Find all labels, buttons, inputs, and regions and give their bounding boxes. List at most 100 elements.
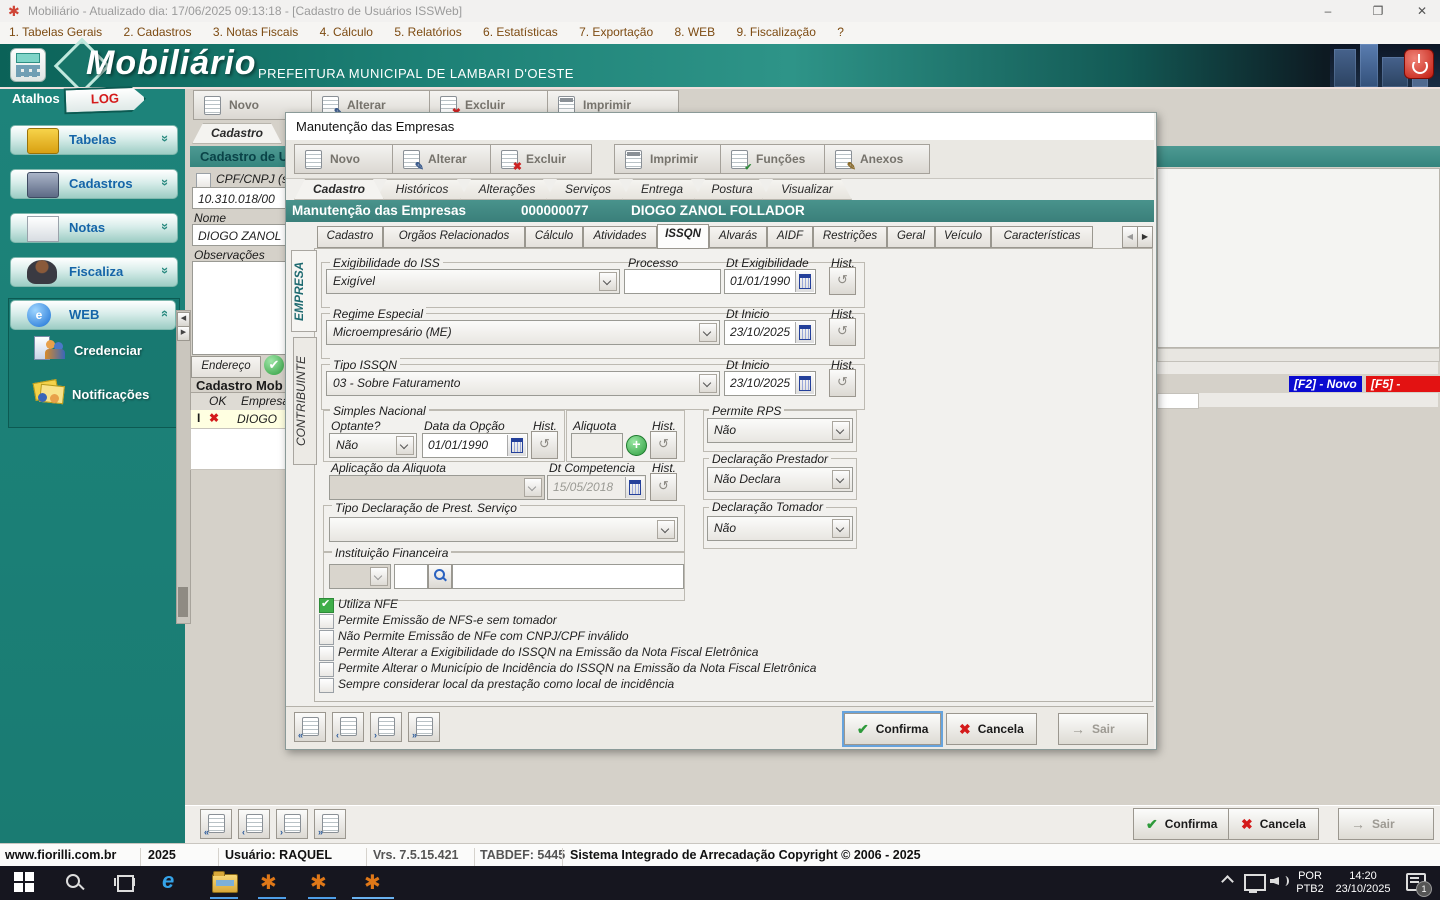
hist-button-simples[interactable]: ↺ bbox=[531, 431, 558, 459]
scrollbar-thumb[interactable] bbox=[178, 587, 188, 617]
checkbox-local-prestacao[interactable] bbox=[319, 678, 334, 693]
instituicao-codigo-field[interactable] bbox=[394, 564, 428, 589]
add-aliquota-button[interactable]: + bbox=[626, 435, 647, 456]
bg-tab-endereco[interactable]: Endereço bbox=[191, 356, 261, 378]
sidebar-splitter-scrollbar[interactable]: ◀ ▶ bbox=[176, 310, 191, 624]
exit-button[interactable]: → Sair bbox=[1058, 713, 1148, 745]
tab-orgaos-relacionados[interactable]: Orgãos Relacionados bbox=[383, 226, 525, 248]
chevron-down-icon[interactable] bbox=[396, 436, 414, 455]
checkbox-alterar-municipio[interactable] bbox=[319, 662, 334, 677]
minimize-button[interactable]: – bbox=[1306, 0, 1350, 22]
search-icon[interactable] bbox=[64, 872, 85, 892]
scroll-left-arrow-icon[interactable]: ◀ bbox=[177, 312, 190, 327]
hist-button-exigibilidade[interactable]: ↺ bbox=[829, 267, 856, 295]
chevron-down-icon[interactable] bbox=[699, 374, 717, 393]
menu-help[interactable]: ? bbox=[837, 25, 844, 39]
tray-chevron-up-icon[interactable] bbox=[1221, 874, 1234, 888]
exigibilidade-select[interactable]: Exigível bbox=[326, 269, 620, 294]
last-record-button[interactable]: » bbox=[408, 712, 440, 742]
sidebar-item-web[interactable]: e WEB » bbox=[10, 300, 176, 330]
checkbox-nfse-sem-tomador[interactable] bbox=[319, 614, 334, 629]
dlg-new-button[interactable]: Novo bbox=[294, 144, 396, 174]
instituicao-search-button[interactable] bbox=[428, 564, 452, 589]
tab-alvaras[interactable]: Alvarás bbox=[709, 226, 767, 248]
internet-explorer-icon[interactable]: e bbox=[162, 868, 174, 894]
processo-field[interactable] bbox=[624, 269, 721, 294]
dlg-functions-button[interactable]: Funções bbox=[720, 144, 828, 174]
bg-next-record-button[interactable]: › bbox=[276, 809, 308, 839]
tab-cadastro[interactable]: Cadastro bbox=[317, 226, 383, 248]
menu-calculo[interactable]: 4. Cálculo bbox=[320, 25, 373, 39]
dlg-tab-historicos[interactable]: Históricos bbox=[376, 179, 468, 200]
menu-fiscalizacao[interactable]: 9. Fiscalização bbox=[737, 25, 816, 39]
calendar-icon[interactable] bbox=[795, 322, 814, 343]
fiorilli-app-icon-1[interactable]: ✱ bbox=[260, 870, 277, 895]
tab-geral[interactable]: Geral bbox=[887, 226, 935, 248]
chevron-down-icon[interactable] bbox=[832, 519, 850, 538]
dlg-edit-button[interactable]: Alterar bbox=[392, 144, 494, 174]
declaracao-tomador-select[interactable]: Não bbox=[707, 516, 853, 541]
chevron-down-icon[interactable] bbox=[657, 520, 675, 539]
speaker-icon[interactable] bbox=[1270, 873, 1289, 889]
tipo-declaracao-select[interactable] bbox=[329, 517, 678, 542]
sidebar-item-credenciar[interactable]: Credenciar bbox=[74, 343, 142, 358]
file-explorer-icon[interactable] bbox=[212, 871, 238, 893]
checkbox-nfe-cnpj-invalido[interactable] bbox=[319, 630, 334, 645]
bg-last-record-button[interactable]: » bbox=[314, 809, 346, 839]
sidebar-item-tabelas[interactable]: Tabelas » bbox=[10, 125, 178, 155]
bg-confirm-button[interactable]: ✔ Confirma bbox=[1133, 808, 1231, 840]
side-tab-empresa[interactable]: EMPRESA bbox=[291, 250, 317, 332]
tray-language[interactable]: POR PTB2 bbox=[1292, 870, 1328, 896]
tab-caracteristicas[interactable]: Características bbox=[991, 226, 1093, 248]
tab-calculo[interactable]: Cálculo bbox=[525, 226, 583, 248]
sidebar-item-fiscaliza[interactable]: Fiscaliza » bbox=[10, 257, 178, 287]
dlg-delete-button[interactable]: Excluir bbox=[490, 144, 592, 174]
bg-tab-cadastro[interactable]: Cadastro bbox=[192, 123, 282, 144]
hist-button-aplicacao[interactable]: ↺ bbox=[650, 473, 677, 501]
bg-prev-record-button[interactable]: ‹ bbox=[238, 809, 270, 839]
cpf-checkbox[interactable] bbox=[196, 173, 211, 188]
menu-cadastros[interactable]: 2. Cadastros bbox=[124, 25, 192, 39]
checkbox-alterar-exigibilidade[interactable] bbox=[319, 646, 334, 661]
menu-notas-fiscais[interactable]: 3. Notas Fiscais bbox=[213, 25, 298, 39]
regime-select[interactable]: Microempresário (ME) bbox=[326, 320, 720, 345]
tab-aidf[interactable]: AIDF bbox=[767, 226, 813, 248]
cancel-button[interactable]: ✖ Cancela bbox=[946, 713, 1037, 745]
nome-field[interactable]: DIOGO ZANOL bbox=[192, 224, 287, 246]
prev-record-button[interactable]: ‹ bbox=[332, 712, 364, 742]
dlg-tab-alteracoes[interactable]: Alterações bbox=[460, 179, 554, 200]
chevron-down-icon[interactable]: » bbox=[158, 223, 173, 230]
menu-tabelas-gerais[interactable]: 1. Tabelas Gerais bbox=[9, 25, 102, 39]
bg-exit-button[interactable]: → Sair bbox=[1338, 808, 1434, 840]
dlg-tab-visualizar[interactable]: Visualizar bbox=[762, 179, 852, 200]
hist-button-aliquota[interactable]: ↺ bbox=[650, 431, 677, 459]
declaracao-prestador-select[interactable]: Não Declara bbox=[707, 467, 853, 492]
confirm-button[interactable]: ✔ Confirma bbox=[844, 713, 942, 745]
tab-atividades[interactable]: Atividades bbox=[583, 226, 657, 248]
optante-select[interactable]: Não bbox=[329, 433, 417, 458]
tray-clock[interactable]: 14:20 23/10/2025 bbox=[1330, 870, 1396, 896]
menu-web[interactable]: 8. WEB bbox=[674, 25, 715, 39]
chevron-up-icon[interactable]: » bbox=[156, 310, 171, 317]
tipo-dt-inicio-field[interactable]: 23/10/2025 bbox=[724, 371, 816, 396]
dlg-tab-postura[interactable]: Postura bbox=[694, 179, 770, 200]
tabs-scroll-left-icon[interactable]: ◀ bbox=[1122, 226, 1138, 248]
network-icon[interactable] bbox=[1244, 874, 1266, 893]
task-view-icon[interactable] bbox=[114, 872, 135, 892]
chevron-down-icon[interactable]: » bbox=[158, 179, 173, 186]
start-button[interactable] bbox=[14, 872, 34, 892]
notification-center-icon[interactable]: 1 bbox=[1406, 873, 1432, 897]
hist-button-regime[interactable]: ↺ bbox=[829, 318, 856, 346]
dlg-tab-cadastro[interactable]: Cadastro bbox=[294, 179, 384, 200]
calendar-icon[interactable] bbox=[507, 435, 526, 456]
fiorilli-app-icon-active[interactable]: ✱ bbox=[364, 870, 381, 895]
sidebar-item-notificacoes[interactable]: Notificações bbox=[72, 387, 149, 402]
calendar-icon[interactable] bbox=[795, 271, 814, 292]
menu-estatisticas[interactable]: 6. Estatísticas bbox=[483, 25, 558, 39]
data-opcao-field[interactable]: 01/01/1990 bbox=[422, 433, 528, 458]
chevron-down-icon[interactable] bbox=[699, 323, 717, 342]
instituicao-nome-field[interactable] bbox=[452, 564, 684, 589]
power-button[interactable] bbox=[1404, 49, 1434, 79]
menu-relatorios[interactable]: 5. Relatórios bbox=[394, 25, 461, 39]
grid-row[interactable]: I ✖ DIOGO bbox=[190, 410, 287, 429]
